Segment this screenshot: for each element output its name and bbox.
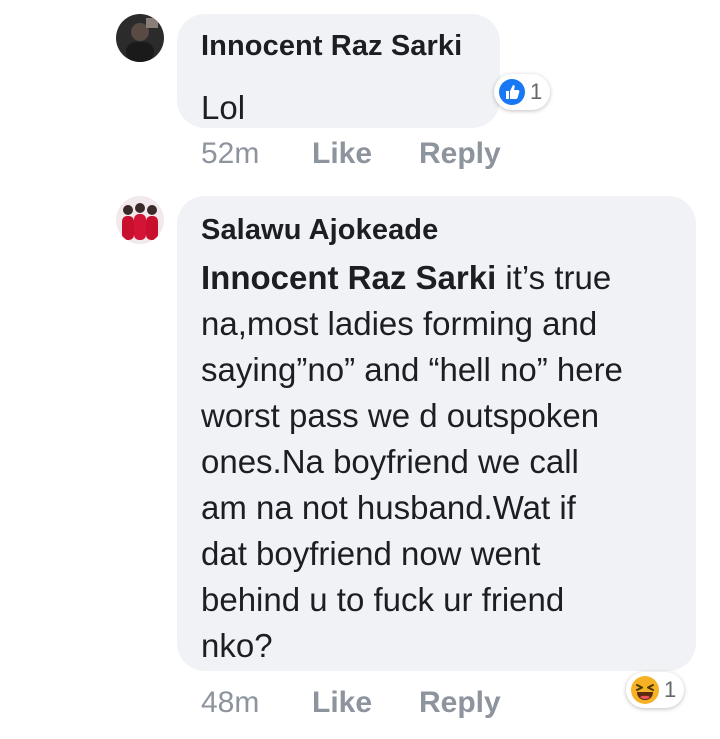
reaction-count: 1 xyxy=(664,677,677,702)
like-icon xyxy=(499,79,525,105)
comment-timestamp[interactable]: 48m xyxy=(201,686,259,720)
comment-bubble-2: Salawu Ajokeade Innocent Raz Sarki it’s … xyxy=(177,196,696,671)
comment-author-name[interactable]: Salawu Ajokeade xyxy=(201,214,438,247)
haha-emoji-icon xyxy=(631,676,659,704)
comment-line: behind u to fuck ur friend xyxy=(201,581,565,618)
comment-line: worst pass we d outspoken xyxy=(201,397,600,434)
reaction-count: 1 xyxy=(530,79,543,104)
comment-line: dat boyfriend now went xyxy=(201,535,541,572)
avatar-innocent-raz-sarki[interactable] xyxy=(116,14,164,62)
comment-line: na,most ladies forming and xyxy=(201,305,598,342)
comment-line: am na not husband.Wat if xyxy=(201,489,576,526)
avatar-salawu-ajokeade[interactable] xyxy=(116,196,164,244)
like-button[interactable]: Like xyxy=(312,686,372,720)
comment-timestamp[interactable]: 52m xyxy=(201,137,259,171)
reply-button[interactable]: Reply xyxy=(419,686,501,720)
comment-line: nko? xyxy=(201,627,273,664)
comment-author-name[interactable]: Innocent Raz Sarki xyxy=(201,30,462,63)
like-button[interactable]: Like xyxy=(312,137,372,171)
comment-line: Innocent Raz Sarki it’s true xyxy=(201,255,691,301)
reply-button[interactable]: Reply xyxy=(419,137,501,171)
comment-line-text: it’s true xyxy=(496,259,612,296)
reaction-badge-haha[interactable]: 1 xyxy=(626,672,685,708)
comment-bubble-1: Innocent Raz Sarki Lol xyxy=(177,14,500,128)
reaction-badge-like[interactable]: 1 xyxy=(494,74,551,110)
mention-link[interactable]: Innocent Raz Sarki xyxy=(201,259,496,296)
comment-text: Lol xyxy=(201,89,246,126)
comment-line: ones.Na boyfriend we call xyxy=(201,443,579,480)
comment-line: saying”no” and “hell no” here xyxy=(201,351,623,388)
comment-text: Innocent Raz Sarki it’s true na,most lad… xyxy=(201,255,691,669)
